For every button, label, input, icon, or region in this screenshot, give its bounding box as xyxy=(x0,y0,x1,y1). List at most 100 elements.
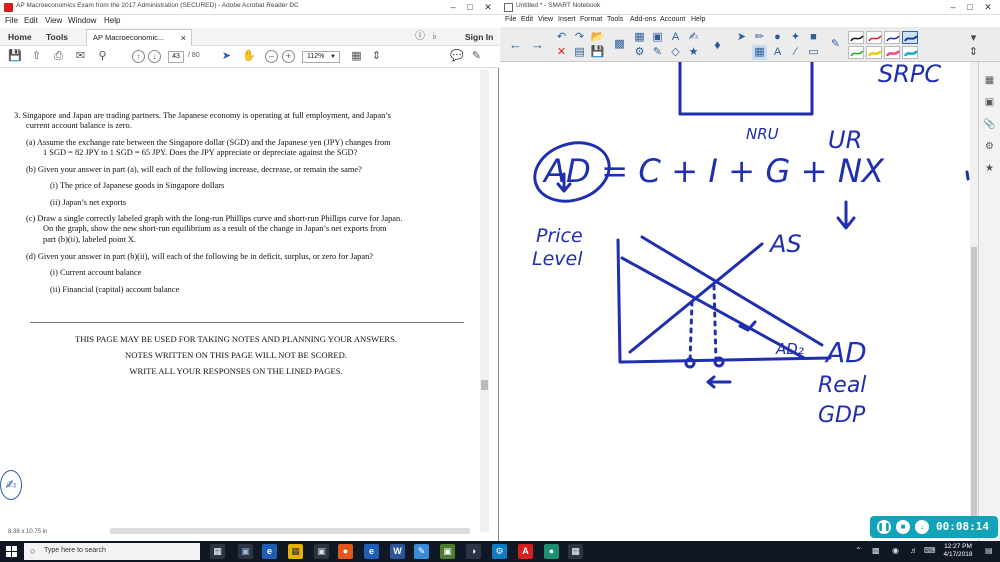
vertical-scrollbar[interactable] xyxy=(970,62,978,541)
pen-swatch-black[interactable] xyxy=(848,31,864,44)
previous-page-icon[interactable]: ↑ xyxy=(132,50,145,63)
minimize-button[interactable]: – xyxy=(945,1,961,14)
scroll-thumb[interactable] xyxy=(481,380,488,390)
text-fill-icon[interactable]: A xyxy=(668,30,683,45)
select-cursor-icon[interactable]: ➤ xyxy=(220,50,233,63)
close-tab-icon[interactable]: × xyxy=(181,30,186,46)
pen-swatch-green[interactable] xyxy=(848,46,864,59)
app-icon[interactable]: ▦ xyxy=(568,544,583,559)
tab-document[interactable]: AP Macroeconomic... × xyxy=(86,29,192,46)
zoom-select[interactable]: 112% ▼ xyxy=(302,51,340,63)
maximize-button[interactable]: □ xyxy=(462,1,478,14)
menu-insert[interactable]: Insert xyxy=(558,16,576,23)
volume-icon[interactable]: ♬ xyxy=(910,546,918,555)
pen-swatch-blue-selected[interactable] xyxy=(902,31,918,44)
app-icon[interactable]: ⚙ xyxy=(492,544,507,559)
sign-in-link[interactable]: Sign In xyxy=(465,28,493,46)
wifi-icon[interactable]: ◉ xyxy=(892,546,899,555)
comment-icon[interactable]: 💬 xyxy=(450,50,464,63)
page-sorter-icon[interactable]: ▦ xyxy=(983,74,996,87)
menu-format[interactable]: Format xyxy=(580,16,602,23)
fill-sign-icon[interactable]: ✍ xyxy=(0,470,22,500)
add-ons-icon[interactable]: ⚙ xyxy=(632,45,647,60)
minimize-button[interactable]: – xyxy=(445,1,461,14)
whiteboard-canvas[interactable]: SRPC NRU UR AD = C + I + G + NX Price Le… xyxy=(500,62,970,541)
store-icon[interactable]: ▣ xyxy=(238,544,253,559)
gallery-tab-icon[interactable]: ▣ xyxy=(983,96,996,109)
scroll-mode-icon[interactable]: ⇕ xyxy=(370,50,383,63)
new-page-icon[interactable]: ▤ xyxy=(572,45,587,60)
windows-start-icon[interactable] xyxy=(6,546,17,557)
acrobat-taskbar-icon[interactable]: A xyxy=(518,544,533,559)
network-icon[interactable]: ▩ xyxy=(872,546,880,555)
highlight-pen-icon[interactable]: ✎ xyxy=(470,50,483,63)
menu-edit[interactable]: Edit xyxy=(24,16,38,25)
response-icon[interactable]: ✎ xyxy=(650,45,665,60)
document-camera-icon[interactable]: ▣ xyxy=(650,30,665,45)
menu-window[interactable]: Window xyxy=(68,16,96,25)
shapes-icon[interactable]: ■ xyxy=(806,30,821,45)
zoom-out-icon[interactable]: – xyxy=(265,50,278,63)
hand-tool-icon[interactable]: ✋ xyxy=(242,50,256,63)
toolbar-overflow-icon[interactable]: ▾ xyxy=(966,31,981,46)
edge-icon[interactable]: e xyxy=(262,544,277,559)
save-icon[interactable]: 💾 xyxy=(590,45,605,60)
upload-icon[interactable]: ⇧ xyxy=(30,50,43,63)
menu-tools[interactable]: Tools xyxy=(607,16,623,23)
help-icon[interactable]: ⓘ xyxy=(415,28,425,46)
menu-account[interactable]: Account xyxy=(660,16,685,23)
properties-pen-icon[interactable]: ✎ xyxy=(828,37,843,52)
app-icon[interactable]: ◑ xyxy=(466,544,481,559)
menu-edit[interactable]: Edit xyxy=(521,16,533,23)
table-icon[interactable]: ▦ xyxy=(632,30,647,45)
maximize-button[interactable]: □ xyxy=(962,1,978,14)
open-file-icon[interactable]: 📂 xyxy=(590,30,605,45)
page-number-input[interactable]: 43 xyxy=(168,51,184,63)
vertical-scrollbar[interactable] xyxy=(480,70,489,532)
app-icon[interactable]: ● xyxy=(544,544,559,559)
horizontal-scrollbar[interactable] xyxy=(110,528,470,534)
taskbar-clock[interactable]: 12:27 PM 4/17/2018 xyxy=(938,543,978,559)
notifications-icon[interactable]: ▤ xyxy=(985,546,993,555)
menu-view[interactable]: View xyxy=(45,16,62,25)
pen-swatch-red[interactable] xyxy=(866,31,882,44)
redo-icon[interactable]: ↷ xyxy=(572,30,587,45)
table-tool-icon[interactable]: ▦ xyxy=(752,45,767,60)
spell-check-icon[interactable]: ✍ xyxy=(686,30,701,45)
text-tool-icon[interactable]: A xyxy=(770,45,785,60)
pen-swatch-blue[interactable] xyxy=(884,31,900,44)
pen-swatch-yellow[interactable] xyxy=(866,46,882,59)
magic-pen-icon[interactable]: ✦ xyxy=(788,30,803,45)
gallery-icon[interactable]: ♦ xyxy=(710,37,725,52)
pen-swatch-cyan[interactable] xyxy=(902,46,918,59)
save-icon[interactable]: 💾 xyxy=(8,50,22,63)
menu-addons[interactable]: Add-ons xyxy=(630,16,656,23)
line-tool-icon[interactable]: ∕ xyxy=(788,45,803,60)
internet-explorer-icon[interactable]: e xyxy=(364,544,379,559)
scroll-thumb[interactable] xyxy=(971,247,977,517)
measure-icon[interactable]: ◇ xyxy=(668,45,683,60)
file-explorer-icon[interactable]: ▦ xyxy=(288,544,303,559)
undo-icon[interactable]: ↶ xyxy=(554,30,569,45)
delete-icon[interactable]: ✕ xyxy=(554,45,569,60)
menu-view[interactable]: View xyxy=(538,16,553,23)
eraser-icon[interactable]: ▭ xyxy=(806,45,821,60)
screen-capture-icon[interactable]: ▩ xyxy=(612,37,627,52)
close-button[interactable]: ✕ xyxy=(980,1,996,14)
attachments-icon[interactable]: 📎 xyxy=(983,118,996,131)
smart-notebook-taskbar-icon[interactable]: ✎ xyxy=(414,544,429,559)
tray-icons[interactable]: ⌃ xyxy=(855,546,862,555)
tab-tools[interactable]: Tools xyxy=(46,28,68,46)
zoom-in-icon[interactable]: + xyxy=(282,50,295,63)
firefox-icon[interactable]: ● xyxy=(338,544,353,559)
close-button[interactable]: ✕ xyxy=(480,1,496,14)
forward-arrow-icon[interactable]: → xyxy=(530,37,545,52)
toolbar-move-icon[interactable]: ⇕ xyxy=(966,45,981,60)
tab-home[interactable]: Home xyxy=(8,28,32,46)
properties-icon[interactable]: ⚙ xyxy=(983,140,996,153)
download-button[interactable]: ↓ xyxy=(915,520,929,534)
keyboard-icon[interactable]: ⌨ xyxy=(924,546,936,555)
menu-file[interactable]: File xyxy=(505,16,516,23)
taskbar-search-box[interactable]: ○ Type here to search xyxy=(24,543,200,560)
stop-button[interactable]: ■ xyxy=(896,520,910,534)
